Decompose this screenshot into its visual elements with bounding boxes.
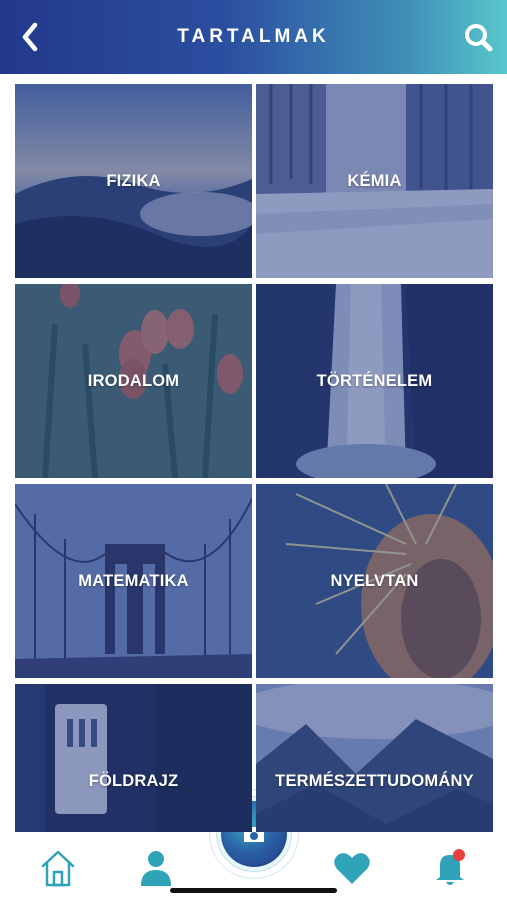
tab-profile[interactable]: [136, 846, 176, 890]
category-grid: FIZIKA KÉMIA IRODALOM TÖRTÉNELEM MATEMAT…: [15, 84, 493, 832]
tile-overlay: [15, 684, 252, 832]
category-tile-tortenelem[interactable]: TÖRTÉNELEM: [256, 284, 493, 478]
chevron-left-icon: [22, 22, 38, 52]
tile-label: IRODALOM: [87, 371, 180, 390]
tile-label: FÖLDRAJZ: [88, 771, 179, 790]
app-screen: TARTALMAK FIZIKA KÉMIA IRODALOM TÖRTÉNEL…: [0, 0, 507, 900]
user-icon: [141, 851, 171, 886]
tile-label: NYELVTAN: [330, 571, 419, 590]
page-title: TARTALMAK: [177, 26, 330, 47]
bell-icon: [436, 849, 465, 885]
tile-label: KÉMIA: [347, 171, 402, 190]
tile-label: TERMÉSZETTUDOMÁNY: [275, 771, 474, 790]
tab-notifications[interactable]: [430, 846, 470, 890]
category-tile-irodalom[interactable]: IRODALOM: [15, 284, 252, 478]
category-tile-termeszettudomany[interactable]: TERMÉSZETTUDOMÁNY: [256, 684, 493, 832]
back-button[interactable]: [14, 20, 46, 54]
tab-favorites[interactable]: [332, 846, 372, 890]
tile-label: FIZIKA: [106, 171, 161, 190]
search-icon: [465, 24, 493, 52]
tab-home[interactable]: [38, 846, 78, 890]
category-tile-kemia[interactable]: KÉMIA: [256, 84, 493, 278]
category-tile-matematika[interactable]: MATEMATIKA: [15, 484, 252, 678]
home-indicator: [170, 888, 337, 893]
category-tile-fizika[interactable]: FIZIKA: [15, 84, 252, 278]
category-tile-nyelvtan[interactable]: NYELVTAN: [256, 484, 493, 678]
tile-label: TÖRTÉNELEM: [316, 371, 433, 390]
tile-overlay: [256, 684, 493, 832]
search-button[interactable]: [461, 20, 495, 54]
heart-icon: [334, 853, 370, 884]
category-tile-foldrajz[interactable]: FÖLDRAJZ: [15, 684, 252, 832]
home-icon: [41, 850, 75, 887]
notification-badge: [453, 849, 465, 861]
top-app-bar: TARTALMAK: [0, 0, 507, 74]
tile-label: MATEMATIKA: [78, 571, 189, 590]
